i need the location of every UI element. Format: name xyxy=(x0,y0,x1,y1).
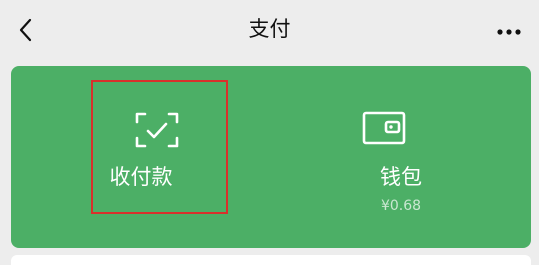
page-title: 支付 xyxy=(248,17,291,41)
payment-card: 收付款 钱包 ¥0.68 xyxy=(11,66,531,248)
receive-pay-label: 收付款 xyxy=(109,165,173,189)
wallet-button[interactable]: 钱包 ¥0.68 xyxy=(271,66,531,248)
wallet-icon xyxy=(362,111,406,149)
wallet-label: 钱包 xyxy=(380,165,422,189)
more-horizontal-icon xyxy=(497,29,521,35)
top-navigation-bar: 支付 xyxy=(0,0,539,58)
next-section-card xyxy=(11,255,531,265)
scan-check-icon xyxy=(135,112,179,152)
more-button[interactable] xyxy=(489,14,529,46)
receive-pay-button[interactable]: 收付款 xyxy=(11,66,271,248)
wallet-balance: ¥0.68 xyxy=(380,198,422,214)
